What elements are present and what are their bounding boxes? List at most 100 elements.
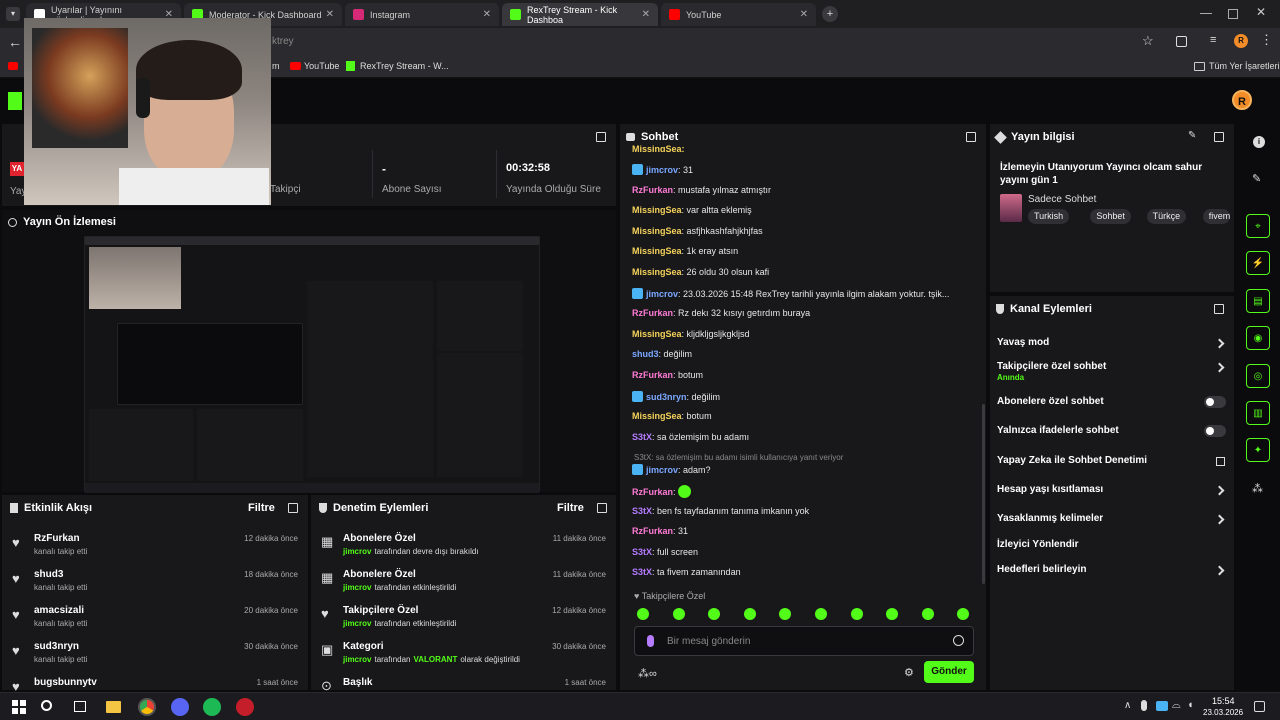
moderation-actor[interactable]: jimcrov [343, 547, 371, 556]
app-icon[interactable] [236, 698, 254, 716]
emote-icon[interactable] [672, 608, 685, 620]
profile-avatar[interactable]: R [1234, 34, 1248, 48]
send-button[interactable]: Gönder [924, 661, 974, 683]
chat-username[interactable]: S3tX [632, 432, 652, 442]
chat-message[interactable]: MissingSea: kljdkljgsljkgkljsd [632, 329, 750, 339]
channel-action-item[interactable]: Yasaklanmış kelimeler [990, 512, 1234, 536]
chat-username[interactable]: MissingSea [632, 329, 682, 339]
more-tools-icon[interactable]: ⁂ [1252, 482, 1263, 495]
chat-message[interactable]: S3tX: full screen [632, 547, 698, 557]
chat-username[interactable]: MissingSea [632, 226, 682, 236]
all-bookmarks[interactable]: Tüm Yer İşaretleri [1209, 61, 1280, 71]
spotify-icon[interactable] [203, 698, 221, 716]
activity-user[interactable]: sud3nryn [34, 641, 79, 652]
file-explorer-icon[interactable] [106, 701, 121, 713]
chat-username[interactable]: S3tX [632, 506, 652, 516]
chat-username[interactable]: RzFurkan [632, 185, 673, 195]
chat-message[interactable]: jimcrov: 31 [632, 164, 693, 175]
microphone-icon[interactable] [1141, 700, 1147, 711]
maximize-button[interactable] [1228, 9, 1238, 19]
discord-icon[interactable] [171, 698, 189, 716]
chat-username[interactable]: MissingSea [632, 267, 682, 277]
tag-chip[interactable]: Sohbet [1090, 209, 1131, 224]
emote-icon[interactable] [743, 608, 756, 620]
activity-user[interactable]: bugsbunnytv [34, 677, 97, 688]
lightning-icon[interactable]: ⚡ [1246, 251, 1270, 275]
list-item[interactable]: ♥ Takipçilere Özel jimcrov tarafından etkin… [311, 603, 616, 637]
channel-action-item[interactable]: Takipçilere özel sohbet Anında [990, 360, 1234, 384]
microphone-icon[interactable] [647, 635, 654, 647]
chat-username[interactable]: MissingSea [632, 205, 682, 215]
list-item[interactable]: ♥ shud3 kanalı takip etti 18 dakika önce [2, 567, 308, 601]
list-item[interactable]: ▦ Abonelere Özel jimcrov tarafından etkinle… [311, 567, 616, 601]
chat-username[interactable]: S3tX [632, 567, 652, 577]
activity-user[interactable]: shud3 [34, 569, 63, 580]
clock-time[interactable]: 15:54 [1212, 696, 1235, 706]
emote-icon[interactable] [921, 608, 934, 620]
chat-username[interactable]: MissingSea [632, 246, 682, 256]
chat-username[interactable]: shud3 [632, 349, 659, 359]
popout-icon[interactable] [966, 132, 976, 142]
bookmark-item[interactable]: m [272, 61, 280, 71]
chat-message[interactable]: RzFurkan: [632, 485, 692, 498]
chat-message[interactable]: MissingSea: var altta eklemiş [632, 205, 752, 215]
new-tab-button[interactable]: + [822, 6, 838, 22]
close-icon[interactable]: ✕ [642, 9, 650, 20]
tab-rextrey-stream[interactable]: RexTrey Stream - Kick Dashboa ✕ [502, 3, 658, 26]
activity-user[interactable]: amacsizali [34, 605, 84, 616]
extensions-icon[interactable] [1176, 36, 1187, 47]
chrome-icon[interactable] [138, 698, 156, 716]
chat-message[interactable]: RzFurkan: Rz dekı 32 kısıyı getırdım bur… [632, 308, 810, 318]
emote-icon[interactable] [850, 608, 863, 620]
popout-icon[interactable] [1214, 304, 1224, 314]
chat-message[interactable]: S3tX: ben fs tayfadanım tanıma imkanın y… [632, 506, 809, 516]
emote-icon[interactable] [957, 608, 970, 620]
chat-username[interactable]: RzFurkan [632, 370, 673, 380]
emote-icon[interactable] [886, 608, 899, 620]
chat-username[interactable]: S3tX [632, 547, 652, 557]
close-icon[interactable]: ✕ [326, 9, 334, 20]
tag-chip[interactable]: Türkçe [1146, 209, 1187, 224]
tray-chevron-icon[interactable]: ∧ [1124, 700, 1131, 711]
chat-message[interactable]: S3tX: sa özlemişim bu adamı [632, 432, 749, 442]
chat-message[interactable]: MissingSea: 26 oldu 30 olsun kafi [632, 267, 769, 277]
chat-message[interactable]: jimcrov: adam? [632, 464, 711, 476]
chat-bubble-icon[interactable]: ◉ [1246, 326, 1270, 350]
chat-username[interactable]: jimcrov [646, 465, 678, 475]
bookmark-rextrey[interactable]: RexTrey Stream - W... [360, 61, 449, 71]
tab-search-icon[interactable]: ▾ [6, 7, 20, 21]
broadcast-icon[interactable]: ◎ [1246, 364, 1270, 388]
search-icon[interactable] [41, 700, 52, 711]
chat-username[interactable]: RzFurkan [632, 526, 673, 536]
moderation-actor[interactable]: jimcrov [343, 583, 371, 592]
list-item[interactable]: ♥ sud3nryn kanalı takip etti 30 dakika önce [2, 639, 308, 673]
clock-date[interactable]: 23.03.2026 [1203, 708, 1243, 717]
document-icon[interactable]: ▤ [1246, 289, 1270, 313]
chat-username[interactable]: RzFurkan [632, 487, 673, 497]
emote-icon[interactable] [815, 608, 827, 620]
channel-action-item[interactable]: İzleyici Yönlendir [990, 538, 1234, 562]
list-item[interactable]: ♥ RzFurkan kanalı takip etti 12 dakika önce [2, 531, 308, 565]
notification-icon[interactable] [1254, 701, 1265, 712]
chat-message[interactable]: RzFurkan: mustafa yılmaz atmıştır [632, 185, 771, 195]
emoji-icon[interactable] [953, 635, 964, 646]
pencil-icon[interactable]: ✎ [1252, 172, 1261, 185]
activity-user[interactable]: RzFurkan [34, 533, 80, 544]
edit-icon[interactable]: ✎ [1188, 130, 1196, 141]
chat-username[interactable]: jimcrov [646, 165, 678, 175]
close-window-button[interactable]: ✕ [1256, 5, 1266, 19]
back-icon[interactable]: ← [8, 34, 22, 50]
chat-username[interactable]: jimcrov [646, 289, 678, 299]
emote-icon[interactable] [708, 608, 721, 620]
chat-input[interactable]: Bir mesaj gönderin [634, 626, 974, 656]
chat-username[interactable]: MissingSea [632, 411, 682, 421]
list-item[interactable]: ♥ amacsizali kanalı takip etti 20 dakika ön… [2, 603, 308, 637]
settings-icon[interactable]: ⚙ [904, 666, 914, 679]
chat-tools-icon[interactable]: ⁂∞ [638, 667, 657, 680]
list-item[interactable]: ▣ Kategori jimcrov tarafından VALORANT olarak… [311, 639, 616, 673]
close-icon[interactable]: ✕ [483, 9, 491, 20]
windows-start-icon[interactable] [12, 700, 26, 714]
info-icon[interactable]: i [1253, 136, 1265, 148]
filter-button[interactable]: Filtre [248, 502, 275, 514]
chat-scrollbar[interactable] [982, 404, 985, 584]
